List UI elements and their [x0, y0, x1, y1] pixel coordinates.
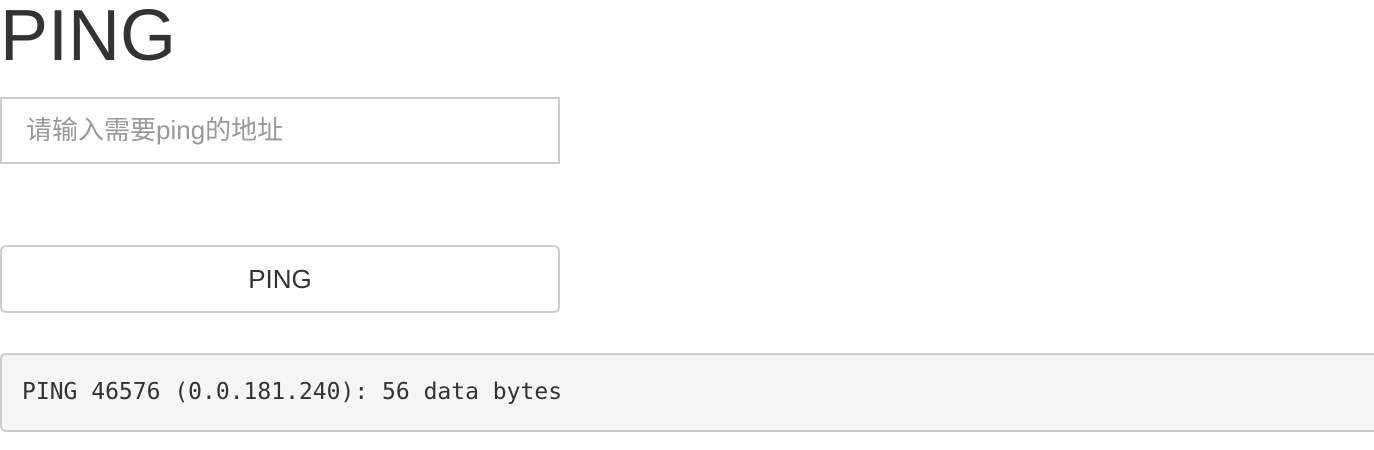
ping-output: PING 46576 (0.0.181.240): 56 data bytes — [0, 353, 1374, 432]
page-title: PING — [0, 0, 177, 76]
ping-page: PING PING PING 46576 (0.0.181.240): 56 d… — [0, 0, 1374, 450]
ping-button[interactable]: PING — [0, 245, 560, 313]
host-input[interactable] — [0, 97, 560, 164]
